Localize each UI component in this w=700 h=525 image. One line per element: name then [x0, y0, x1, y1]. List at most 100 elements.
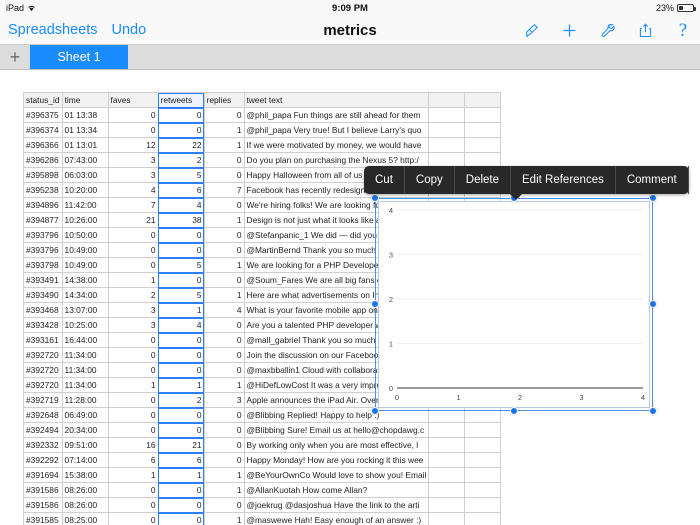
- cell-faves[interactable]: 0: [107, 482, 159, 498]
- cell-time[interactable]: 20:34:00: [61, 422, 109, 438]
- cell-retweets[interactable]: 0: [157, 482, 205, 498]
- cell-time[interactable]: 01 13:01: [61, 137, 109, 153]
- context-menu-item-copy[interactable]: Copy: [405, 166, 455, 194]
- cell-replies[interactable]: 0: [203, 347, 245, 363]
- cell-blank[interactable]: [428, 452, 466, 468]
- table-row[interactable]: #392332 09:51:00 16 21 0 By working only when…: [23, 437, 502, 453]
- cell-faves[interactable]: 7: [107, 197, 159, 213]
- cell-tweet-text[interactable]: @Blibbing Sure! Email us at hello@chopda…: [243, 422, 430, 438]
- cell-blank[interactable]: [464, 422, 502, 438]
- cell-status_id[interactable]: #391585: [23, 512, 63, 525]
- cell-status_id[interactable]: #391586: [23, 497, 63, 513]
- cell-faves[interactable]: 1: [107, 467, 159, 483]
- cell-faves[interactable]: 0: [107, 227, 159, 243]
- cell-replies[interactable]: 0: [203, 227, 245, 243]
- cell-time[interactable]: 10:26:00: [61, 212, 109, 228]
- resize-handle-middle-left[interactable]: [371, 300, 379, 308]
- cell-retweets[interactable]: 6: [157, 182, 205, 198]
- resize-handle-middle-right[interactable]: [649, 300, 657, 308]
- cell-time[interactable]: 14:34:00: [61, 287, 109, 303]
- cell-time[interactable]: 15:38:00: [61, 467, 109, 483]
- cell-time[interactable]: 10:49:00: [61, 257, 109, 273]
- cell-faves[interactable]: 0: [107, 422, 159, 438]
- cell-faves[interactable]: 0: [107, 392, 159, 408]
- cell-blank[interactable]: [428, 137, 466, 153]
- cell-replies[interactable]: 0: [203, 452, 245, 468]
- resize-handle-top-left[interactable]: [371, 194, 379, 202]
- cell-replies[interactable]: 1: [203, 287, 245, 303]
- cell-tweet-text[interactable]: @Blibbing Replied! Happy to help :): [243, 407, 430, 423]
- context-menu[interactable]: Cut Copy Delete Edit References Comment: [364, 166, 689, 200]
- cell-tweet-text[interactable]: If we were motivated by money, we would …: [243, 137, 430, 153]
- cell-retweets[interactable]: 5: [157, 287, 205, 303]
- cell-retweets[interactable]: 4: [157, 197, 205, 213]
- cell-faves[interactable]: 0: [107, 407, 159, 423]
- cell-retweets[interactable]: 0: [157, 347, 205, 363]
- cell-faves[interactable]: 0: [107, 497, 159, 513]
- cell-replies[interactable]: 0: [203, 152, 245, 168]
- table-row[interactable]: #392494 20:34:00 0 0 0 @Blibbing Sure! Email …: [23, 422, 502, 438]
- resize-handle-bottom-right[interactable]: [649, 407, 657, 415]
- cell-tweet-text[interactable]: @BeYourOwnCo Would love to show you! Ema…: [243, 467, 430, 483]
- cell-time[interactable]: 11:34:00: [61, 377, 109, 393]
- cell-retweets[interactable]: 2: [157, 152, 205, 168]
- cell-status_id[interactable]: #395238: [23, 182, 63, 198]
- cell-retweets[interactable]: 0: [157, 362, 205, 378]
- cell-status_id[interactable]: #392494: [23, 422, 63, 438]
- cell-replies[interactable]: 1: [203, 212, 245, 228]
- table-row[interactable]: #391586 08:26:00 0 0 0 @joekrug @dasjoshua Ha…: [23, 497, 502, 513]
- cell-blank[interactable]: [464, 407, 502, 423]
- cell-blank[interactable]: [464, 107, 502, 123]
- cell-faves[interactable]: 0: [107, 242, 159, 258]
- cell-status_id[interactable]: #396366: [23, 137, 63, 153]
- cell-status_id[interactable]: #396375: [23, 107, 63, 123]
- table-row[interactable]: #396366 01 13:01 12 22 1 If we were motivated…: [23, 137, 502, 153]
- cell-replies[interactable]: 0: [203, 272, 245, 288]
- cell-time[interactable]: 10:20:00: [61, 182, 109, 198]
- column-header-blank-7[interactable]: [464, 92, 502, 108]
- cell-retweets[interactable]: 4: [157, 317, 205, 333]
- cell-retweets[interactable]: 0: [157, 107, 205, 123]
- cell-replies[interactable]: 0: [203, 167, 245, 183]
- cell-status_id[interactable]: #392720: [23, 377, 63, 393]
- cell-tweet-text[interactable]: @maswewe Hah! Easy enough of an answer :…: [243, 512, 430, 525]
- cell-blank[interactable]: [428, 512, 466, 525]
- cell-faves[interactable]: 0: [107, 107, 159, 123]
- wrench-icon[interactable]: [598, 21, 616, 40]
- column-header-blank-6[interactable]: [428, 92, 466, 108]
- cell-status_id[interactable]: #393491: [23, 272, 63, 288]
- cell-status_id[interactable]: #396374: [23, 122, 63, 138]
- cell-faves[interactable]: 0: [107, 122, 159, 138]
- cell-status_id[interactable]: #391694: [23, 467, 63, 483]
- context-menu-item-edit-references[interactable]: Edit References: [511, 166, 616, 194]
- cell-retweets[interactable]: 0: [157, 122, 205, 138]
- cell-replies[interactable]: 0: [203, 107, 245, 123]
- cell-replies[interactable]: 1: [203, 377, 245, 393]
- cell-time[interactable]: 01 13:38: [61, 107, 109, 123]
- undo-button[interactable]: Undo: [111, 22, 146, 38]
- cell-blank[interactable]: [428, 107, 466, 123]
- cell-replies[interactable]: 4: [203, 302, 245, 318]
- cell-status_id[interactable]: #394896: [23, 197, 63, 213]
- cell-faves[interactable]: 4: [107, 182, 159, 198]
- cell-replies[interactable]: 1: [203, 257, 245, 273]
- cell-time[interactable]: 10:25:00: [61, 317, 109, 333]
- cell-faves[interactable]: 2: [107, 287, 159, 303]
- cell-blank[interactable]: [428, 467, 466, 483]
- cell-retweets[interactable]: 0: [157, 272, 205, 288]
- resize-handle-bottom-left[interactable]: [371, 407, 379, 415]
- cell-blank[interactable]: [464, 122, 502, 138]
- cell-status_id[interactable]: #392720: [23, 362, 63, 378]
- chart-object[interactable]: 0 1 2 3 4 0 1 2 3 4: [378, 201, 650, 408]
- cell-time[interactable]: 08:26:00: [61, 497, 109, 513]
- cell-faves[interactable]: 12: [107, 137, 159, 153]
- context-menu-item-delete[interactable]: Delete: [455, 166, 512, 194]
- cell-retweets[interactable]: 0: [157, 332, 205, 348]
- cell-retweets[interactable]: 0: [157, 497, 205, 513]
- cell-tweet-text[interactable]: By working only when you are most effect…: [243, 437, 430, 453]
- cell-status_id[interactable]: #392292: [23, 452, 63, 468]
- table-row[interactable]: #396375 01 13:38 0 0 0 @phil_papa Fun things …: [23, 107, 502, 123]
- cell-replies[interactable]: 0: [203, 437, 245, 453]
- cell-faves[interactable]: 16: [107, 437, 159, 453]
- table-row[interactable]: #392292 07:14:00 6 6 0 Happy Monday! How are …: [23, 452, 502, 468]
